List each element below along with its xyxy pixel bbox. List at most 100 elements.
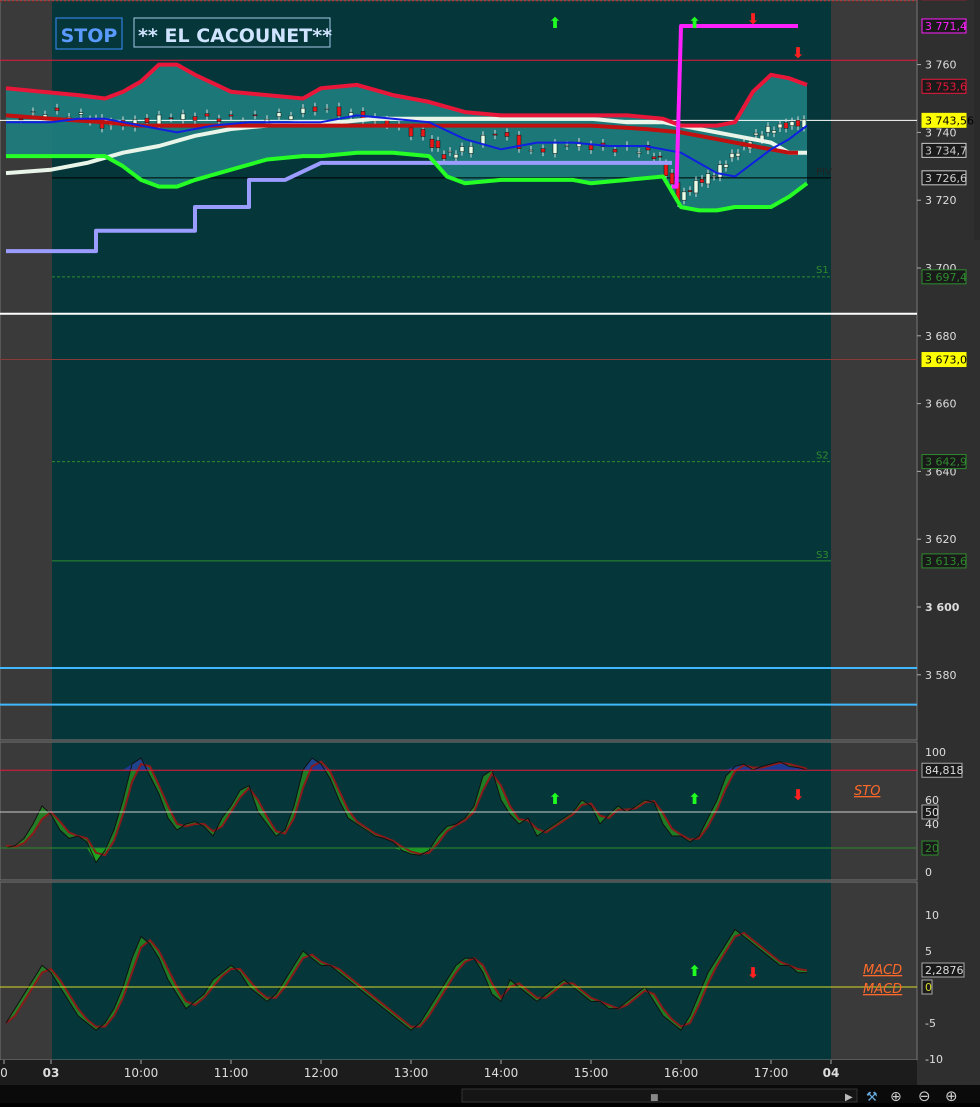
- candle-body: [669, 172, 675, 185]
- candle-body: [699, 178, 705, 183]
- time-tick-label: 14:00: [484, 1066, 519, 1080]
- candle-body: [408, 127, 414, 137]
- candle-body: [663, 163, 669, 177]
- zoom-in-icon[interactable]: ⊕: [945, 1087, 958, 1105]
- pivot-label: S2: [816, 451, 829, 462]
- candle-body: [705, 173, 711, 185]
- candle-body: [651, 156, 657, 160]
- time-tick-label: 15:00: [574, 1066, 609, 1080]
- sto-signal-arrow: ⬆: [688, 790, 701, 808]
- price-tag-label: 3 673,0: [925, 354, 967, 367]
- candle-body: [156, 114, 162, 125]
- candle-body: [552, 142, 558, 154]
- price-tag-label: 3 771,4: [925, 20, 967, 33]
- signal-arrow-down: ⬇: [792, 44, 805, 62]
- scroll-right-icon[interactable]: ▶: [845, 1092, 853, 1103]
- time-tick-label: 16:00: [664, 1066, 699, 1080]
- sto-tick-label: 40: [925, 818, 939, 831]
- candle-body: [18, 118, 24, 121]
- price-tick-label: 3 760: [925, 59, 957, 72]
- vertical-scrollbar[interactable]: [974, 0, 980, 240]
- time-tick-label: 10:00: [124, 1066, 159, 1080]
- macd-tick-label: 10: [925, 909, 939, 922]
- candle-body: [312, 106, 318, 112]
- sto-tick-label: 0: [925, 866, 932, 879]
- macd-signal-arrow: ⬆: [688, 962, 701, 980]
- stop-button[interactable]: STOP: [61, 25, 118, 47]
- candle-body: [288, 115, 294, 120]
- scrollbar-thumb-icon[interactable]: ■: [650, 1093, 659, 1103]
- candle-body: [204, 113, 210, 117]
- macd-tick-label: -5: [925, 1017, 936, 1030]
- candle-body: [504, 132, 510, 137]
- candle-body: [180, 113, 186, 120]
- candle-body: [681, 191, 687, 201]
- sto-tick-label: 100: [925, 746, 946, 759]
- candle-body: [228, 114, 234, 117]
- signal-arrow-down: ⬇: [747, 10, 760, 28]
- macd-tick-label: 5: [925, 945, 932, 958]
- candle-body: [723, 164, 729, 168]
- zoom-out-icon[interactable]: ⊖: [918, 1087, 931, 1105]
- price-tick-label: 3 720: [925, 194, 957, 207]
- time-tick-label: 11:00: [214, 1066, 249, 1080]
- chart-tool-icon[interactable]: ⚒: [866, 1090, 878, 1105]
- candle-body: [78, 112, 84, 115]
- candle-body: [795, 120, 801, 127]
- candle-body: [453, 154, 459, 159]
- candle-body: [729, 153, 735, 158]
- trading-chart[interactable]: ⬆ ⬆ ⬇ ⬇ PIV S1 S2 S3 ⬆ ⬆ ⬇ STO ⬆ ⬇ MACD MACD 3 760 3 7…: [0, 0, 980, 1105]
- candle-body: [771, 130, 777, 134]
- candle-body: [540, 148, 546, 153]
- time-tick-label: 12:00: [304, 1066, 339, 1080]
- candle-body: [480, 135, 486, 144]
- sto-level-label: 20: [925, 842, 939, 855]
- candle-body: [276, 112, 282, 117]
- candle-body: [441, 154, 447, 160]
- macd-level-label: 0: [925, 981, 932, 994]
- time-tick-label: 13:00: [394, 1066, 429, 1080]
- candle-body: [300, 107, 306, 114]
- strategy-title: ** EL CACOUNET**: [138, 25, 332, 47]
- price-tag-label: 3 753,6: [925, 80, 967, 93]
- price-tick-label: 3 620: [925, 533, 957, 546]
- candle-body: [468, 146, 474, 154]
- candle-body: [336, 106, 342, 117]
- pivot-label: PIV: [816, 167, 832, 178]
- price-tick-label: 3 660: [925, 398, 957, 411]
- chart-canvas[interactable]: ⬆ ⬆ ⬇ ⬇ PIV S1 S2 S3 ⬆ ⬆ ⬇ STO ⬆ ⬇ MACD MACD 3 760 3 7…: [0, 0, 980, 1105]
- price-tick-label: 3 740: [925, 126, 957, 139]
- macd-label-2: MACD: [863, 982, 902, 997]
- candle-body: [216, 118, 222, 122]
- candle-body: [789, 121, 795, 126]
- candle-body: [192, 116, 198, 121]
- candle-body: [564, 145, 570, 147]
- candle-body: [765, 126, 771, 133]
- time-tick-label: 0: [0, 1066, 8, 1080]
- macd-level-label: 2,2876: [925, 964, 964, 977]
- pivot-label: S1: [816, 265, 829, 276]
- candle-body: [252, 114, 258, 117]
- sto-level-label: 50: [925, 806, 939, 819]
- time-tick-label: 04: [823, 1066, 840, 1080]
- sto-signal-arrow: ⬆: [549, 790, 562, 808]
- macd-tick-label: -10: [925, 1053, 943, 1066]
- candle-body: [693, 180, 699, 194]
- candle-body: [783, 122, 789, 129]
- horizontal-scrollbar[interactable]: [461, 1088, 858, 1103]
- candle-body: [324, 107, 330, 110]
- candle-body: [753, 132, 759, 136]
- signal-arrow-up: ⬆: [688, 14, 701, 32]
- zoom-cursor-icon[interactable]: ⊕: [890, 1089, 902, 1105]
- price-tag-label: 3 726,6: [925, 172, 967, 185]
- sto-signal-arrow: ⬇: [792, 786, 805, 804]
- candle-body: [777, 123, 783, 129]
- price-tag-label: 3 734,7: [925, 144, 967, 157]
- macd-label: MACD: [863, 963, 902, 978]
- candle-body: [612, 149, 618, 153]
- candle-body: [588, 144, 594, 151]
- candle-body: [636, 151, 642, 154]
- pivot-label: S3: [816, 550, 829, 561]
- candle-body: [447, 150, 453, 153]
- time-tick-label: 03: [43, 1066, 60, 1080]
